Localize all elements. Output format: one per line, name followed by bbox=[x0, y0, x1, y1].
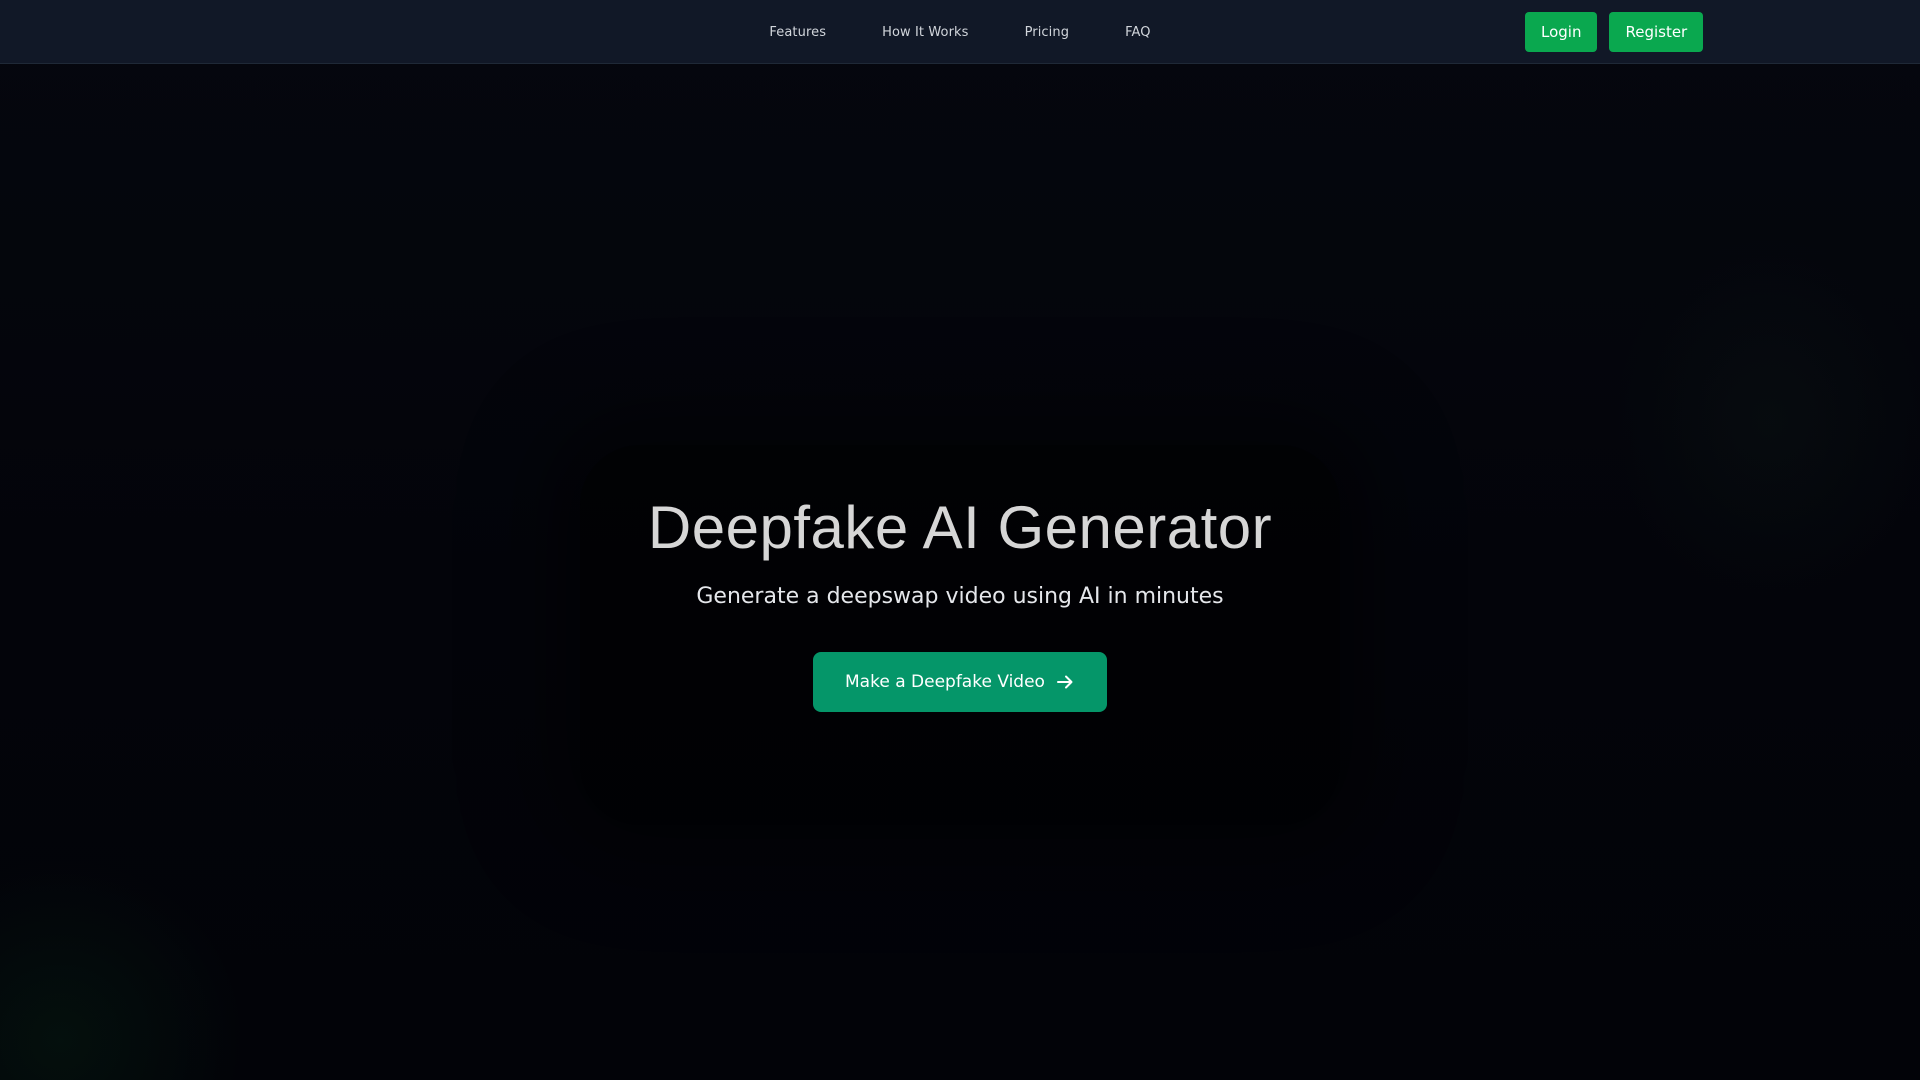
hero-section: Deepfake AI Generator Generate a deepswa… bbox=[0, 480, 1920, 712]
cta-container: Make a Deepfake Video bbox=[0, 652, 1920, 712]
cta-label: Make a Deepfake Video bbox=[845, 672, 1045, 692]
nav-link-faq[interactable]: FAQ bbox=[1125, 19, 1150, 46]
login-button[interactable]: Login bbox=[1525, 12, 1598, 52]
make-deepfake-video-button[interactable]: Make a Deepfake Video bbox=[813, 652, 1107, 712]
register-button[interactable]: Register bbox=[1609, 12, 1704, 52]
nav-link-features[interactable]: Features bbox=[769, 19, 826, 46]
page: Features How It Works Pricing FAQ Login … bbox=[0, 0, 1920, 1080]
auth-buttons: Login Register bbox=[1525, 12, 1704, 52]
nav-link-pricing[interactable]: Pricing bbox=[1025, 19, 1070, 46]
nav-link-how-it-works[interactable]: How It Works bbox=[882, 19, 968, 46]
top-navbar: Features How It Works Pricing FAQ Login … bbox=[0, 0, 1920, 64]
hero-title: Deepfake AI Generator bbox=[647, 494, 1273, 561]
hero-subtitle: Generate a deepswap video using AI in mi… bbox=[696, 584, 1224, 609]
arrow-right-icon bbox=[1055, 672, 1075, 692]
